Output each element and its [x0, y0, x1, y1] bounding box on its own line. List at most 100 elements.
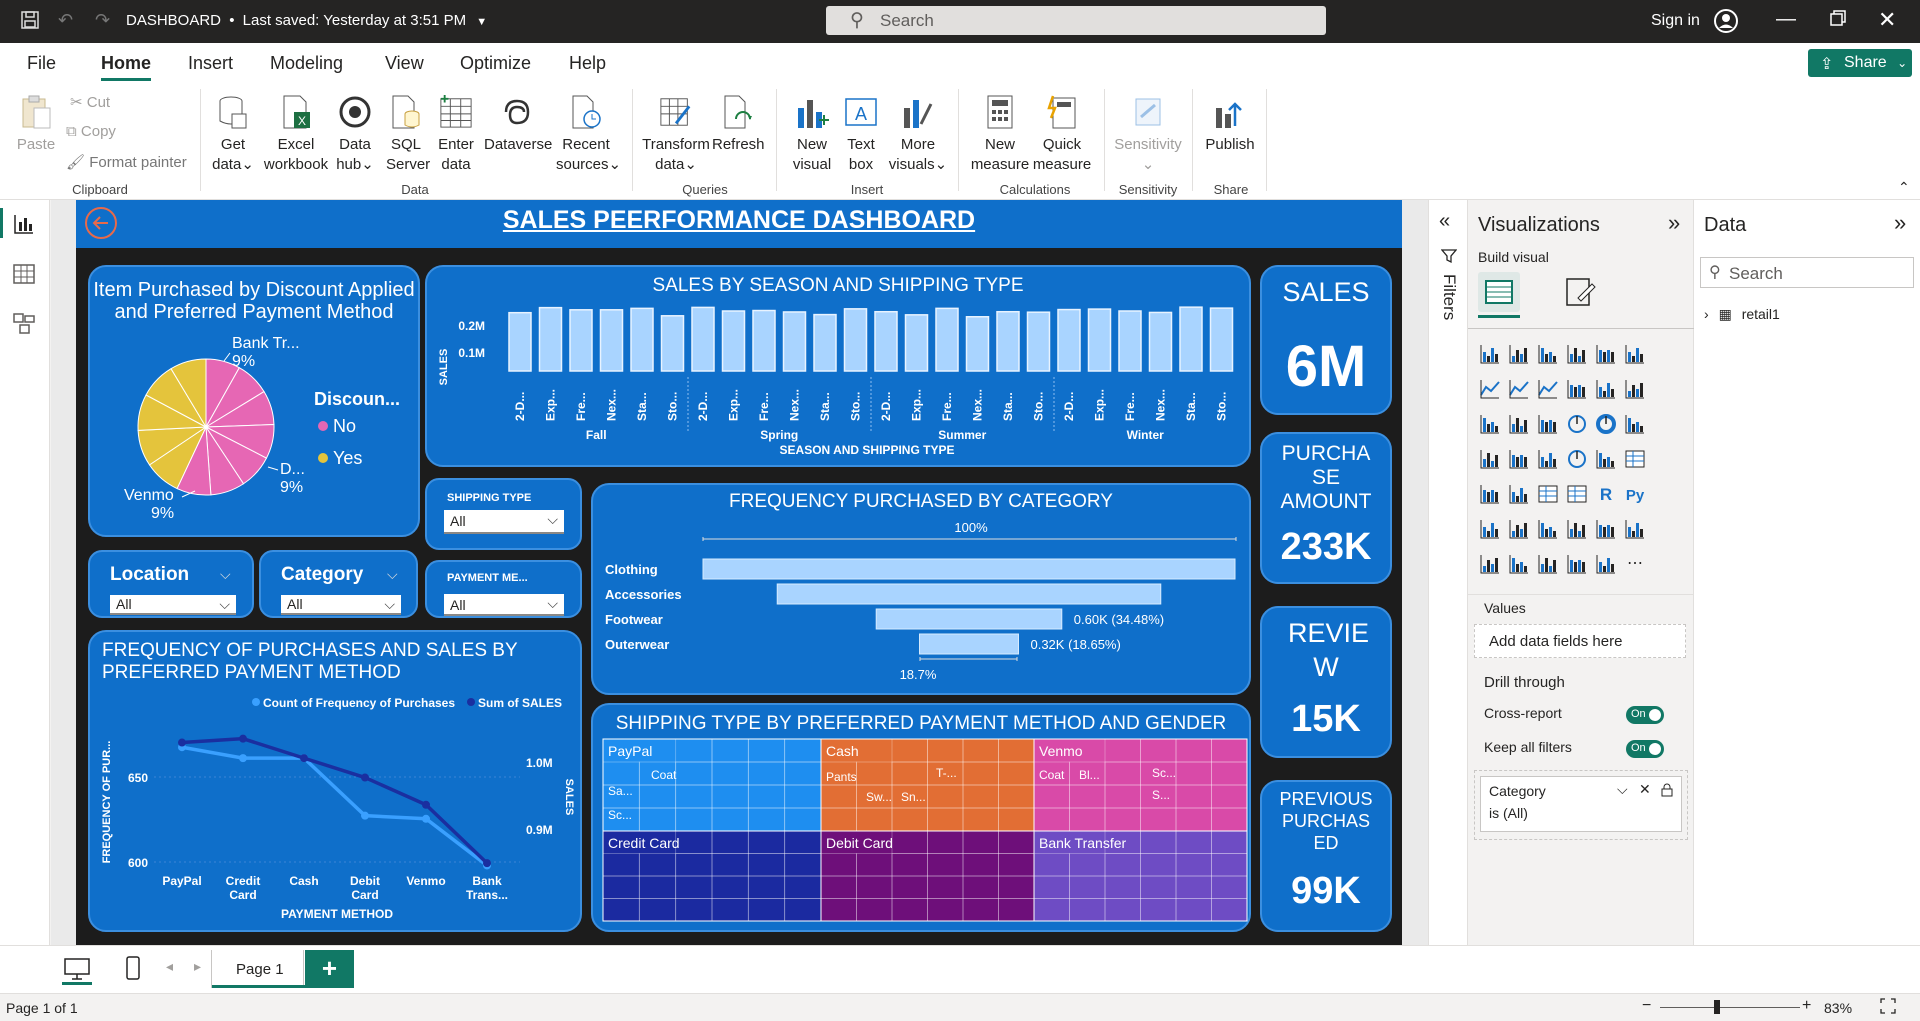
bar[interactable]	[843, 308, 868, 372]
bar[interactable]	[904, 314, 929, 372]
refresh-button[interactable]: Refresh	[712, 93, 765, 155]
cross-report-toggle[interactable]: On	[1626, 706, 1664, 724]
more-visuals-button[interactable]: More visuals⌄	[888, 93, 948, 175]
share-button[interactable]: ⇪ Share ⌄	[1808, 49, 1912, 77]
zoom-out-icon[interactable]: −	[1642, 997, 1651, 1015]
table-icon[interactable]	[1536, 482, 1560, 506]
line-point[interactable]	[239, 754, 247, 763]
lock-icon[interactable]	[1661, 783, 1673, 802]
line-point[interactable]	[361, 811, 369, 820]
data-search-input[interactable]: ⚲ Search	[1700, 257, 1914, 288]
fit-to-page-icon[interactable]	[1880, 998, 1896, 1017]
bar[interactable]	[721, 310, 746, 372]
next-page-icon[interactable]: ▸	[194, 958, 201, 975]
collapse-ribbon-icon[interactable]: ⌃	[1898, 179, 1910, 196]
kpi-card-purchase-amount[interactable]: PURCHA SE AMOUNT 233K	[1260, 432, 1392, 584]
global-search-input[interactable]: ⚲ Search	[826, 6, 1326, 35]
line-point[interactable]	[422, 800, 430, 809]
pie-chart-icon[interactable]	[1565, 412, 1589, 436]
menu-modeling[interactable]: Modeling	[270, 53, 343, 74]
data-hub-button[interactable]: Data hub⌄	[332, 93, 378, 175]
add-page-button[interactable]: +	[305, 950, 354, 988]
100-bar-icon[interactable]	[1594, 342, 1618, 366]
bar[interactable]	[752, 309, 776, 372]
location-slicer-dropdown[interactable]: All ⌵	[110, 595, 236, 615]
funnel-bar[interactable]	[919, 633, 1019, 655]
excel-workbook-button[interactable]: X Excel workbook	[262, 93, 330, 175]
clear-filter-icon[interactable]: ✕	[1639, 781, 1651, 798]
matrix-icon[interactable]	[1565, 482, 1589, 506]
menu-file[interactable]: File	[27, 53, 56, 74]
category-slicer[interactable]: Category ⌵ All ⌵	[259, 550, 418, 618]
avatar-icon[interactable]	[1713, 8, 1739, 39]
bar[interactable]	[1057, 308, 1081, 372]
line-chart-icon[interactable]	[1478, 377, 1502, 401]
text-box-button[interactable]: A Text box	[840, 93, 882, 175]
line-point[interactable]	[178, 738, 186, 747]
bar[interactable]	[996, 310, 1020, 372]
sql-server-button[interactable]: SQL Server	[386, 93, 430, 175]
funnel-bar[interactable]	[702, 558, 1236, 580]
goals-icon[interactable]	[1594, 517, 1618, 541]
publish-button[interactable]: Publish	[1202, 93, 1258, 155]
keep-filters-toggle[interactable]: On	[1626, 740, 1664, 758]
smart-narrative-icon[interactable]	[1565, 517, 1589, 541]
card-icon[interactable]	[1594, 447, 1618, 471]
kpi-card-review[interactable]: REVIE W 15K	[1260, 606, 1392, 758]
funnel-bar[interactable]	[875, 608, 1063, 630]
power-apps-icon[interactable]	[1565, 552, 1589, 576]
quick-measure-button[interactable]: Quick measure	[1030, 93, 1094, 175]
location-slicer[interactable]: Location ⌵ All ⌵	[88, 550, 254, 618]
get-data-button[interactable]: Get data⌄	[208, 93, 258, 175]
shipping-type-slicer[interactable]: SHIPPING TYPE All ⌵	[425, 478, 582, 550]
page-tab-page1[interactable]: Page 1	[211, 950, 305, 988]
bar[interactable]	[691, 306, 715, 372]
bar[interactable]	[1209, 307, 1234, 372]
undo-icon[interactable]: ↶	[58, 10, 73, 31]
desktop-layout-icon[interactable]	[64, 958, 90, 985]
menu-help[interactable]: Help	[569, 53, 606, 74]
line-point[interactable]	[361, 773, 369, 782]
custom-visual-icon[interactable]	[1536, 552, 1560, 576]
recent-sources-button[interactable]: Recent sources⌄	[556, 93, 621, 175]
python-visual-icon[interactable]: Py	[1623, 482, 1647, 506]
table-view-icon[interactable]	[12, 262, 38, 288]
power-automate-icon[interactable]	[1594, 552, 1618, 576]
bar[interactable]	[1087, 308, 1112, 372]
clustered-column-icon[interactable]	[1565, 342, 1589, 366]
bar[interactable]	[660, 315, 685, 372]
table-retail1[interactable]: › ▦ retail1	[1704, 306, 1780, 323]
line-clustered-column-icon[interactable]	[1594, 377, 1618, 401]
bar[interactable]	[874, 310, 898, 372]
minimize-icon[interactable]: —	[1776, 8, 1796, 31]
bar[interactable]	[965, 316, 990, 372]
filters-label[interactable]: Filters	[1439, 274, 1459, 320]
bar[interactable]	[538, 306, 563, 372]
sign-in-link[interactable]: Sign in	[1651, 12, 1700, 30]
menu-optimize[interactable]: Optimize	[460, 53, 531, 74]
paginated-report-icon[interactable]	[1623, 517, 1647, 541]
multi-row-card-icon[interactable]	[1623, 447, 1647, 471]
copy-button[interactable]: ⧉ Copy	[66, 123, 116, 140]
bar[interactable]	[813, 313, 837, 372]
line-chart-card[interactable]: FREQUENCY OF PURCHASES AND SALES BY PREF…	[88, 630, 582, 932]
gauge-icon[interactable]	[1565, 447, 1589, 471]
r-visual-icon[interactable]: R	[1594, 482, 1618, 506]
area-chart-icon[interactable]	[1507, 377, 1531, 401]
cut-button[interactable]: ✂ Cut	[70, 93, 110, 111]
bar[interactable]	[1118, 310, 1142, 372]
menu-view[interactable]: View	[385, 53, 424, 74]
zoom-in-icon[interactable]: +	[1802, 997, 1811, 1015]
zoom-slider-track[interactable]	[1660, 1007, 1800, 1008]
line-point[interactable]	[300, 754, 308, 763]
bar[interactable]	[599, 309, 624, 372]
qa-icon[interactable]	[1536, 517, 1560, 541]
format-visual-icon[interactable]	[1564, 276, 1596, 313]
paste-button[interactable]: Paste	[14, 93, 58, 155]
menu-home[interactable]: Home	[101, 53, 151, 74]
slicer-icon[interactable]	[1507, 482, 1531, 506]
decomposition-tree-icon[interactable]	[1507, 517, 1531, 541]
waterfall-icon[interactable]	[1478, 412, 1502, 436]
bar[interactable]	[782, 311, 807, 372]
build-visual-tab[interactable]	[1478, 272, 1520, 312]
